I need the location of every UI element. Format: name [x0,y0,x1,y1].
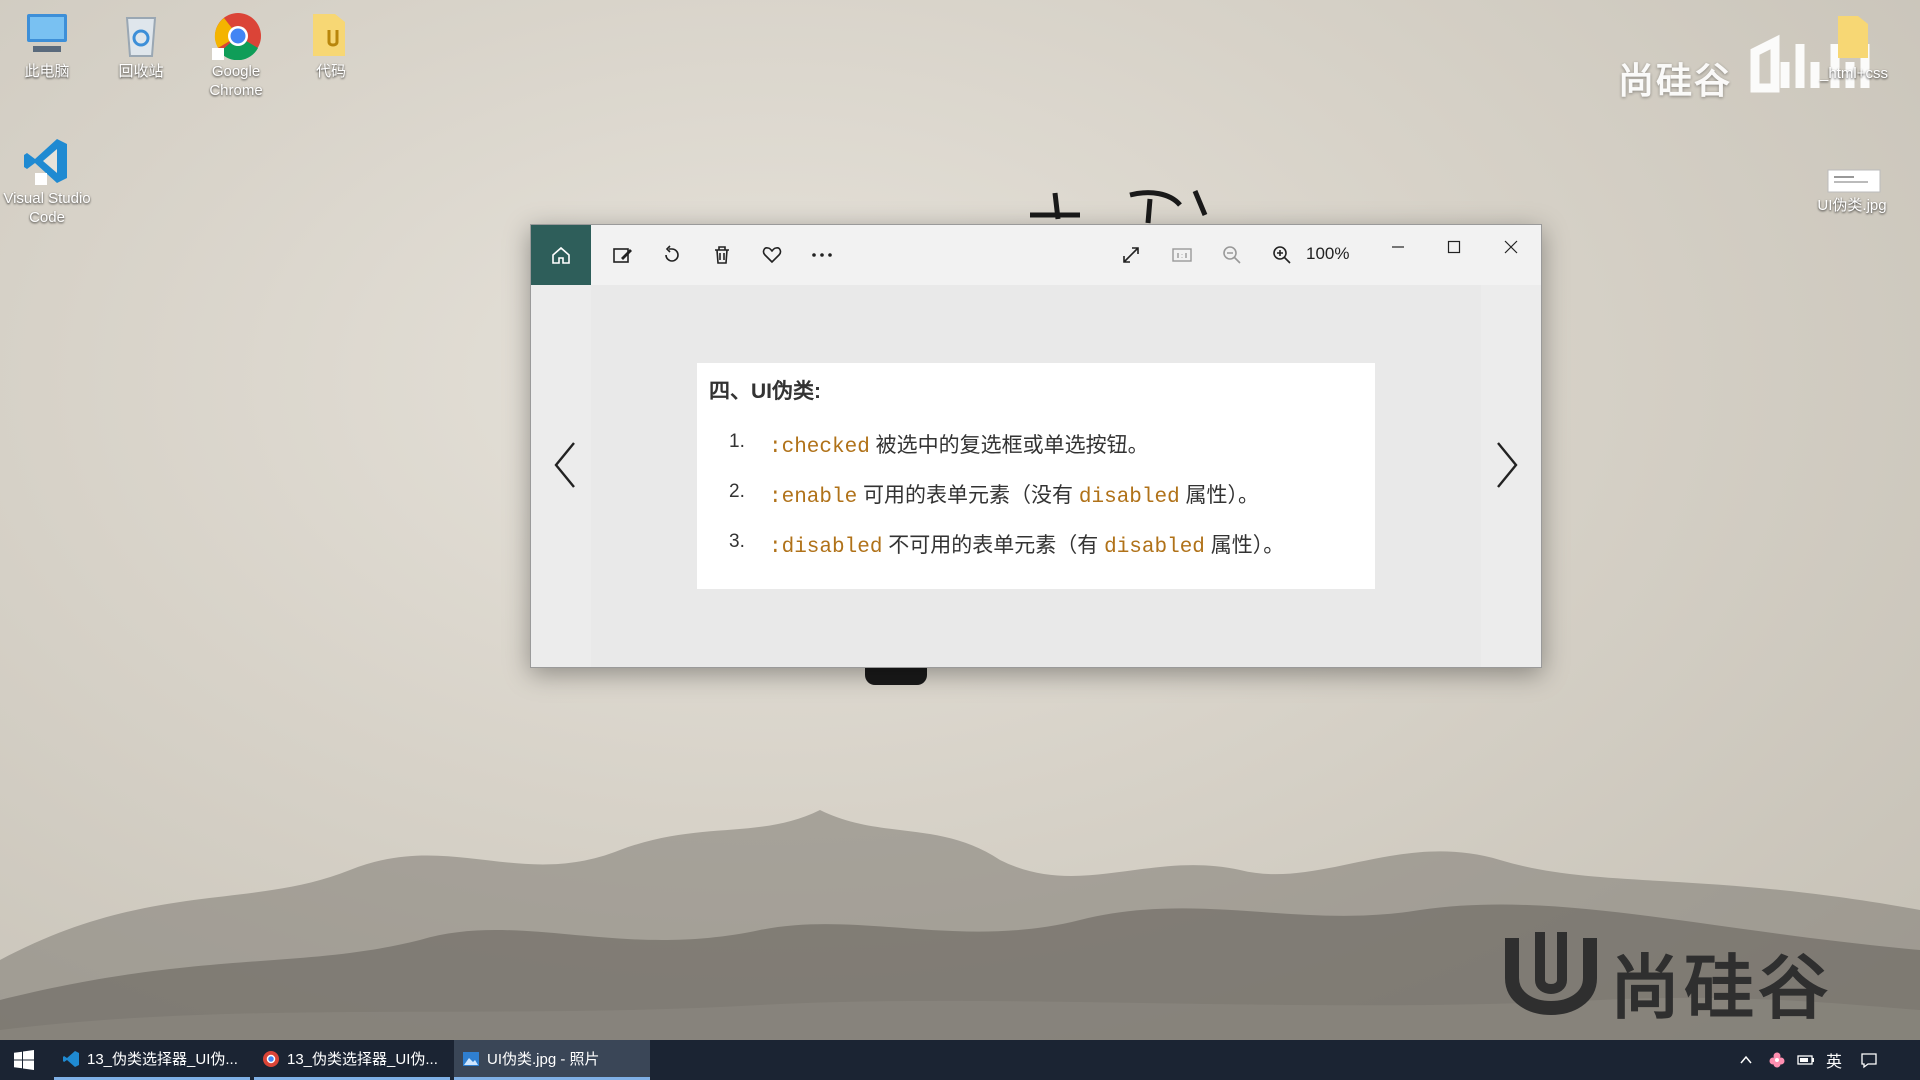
heart-icon [762,247,782,264]
list-item-body: :checked 被选中的复选框或单选按钮。 [769,429,1149,459]
taskbar-item-label: UI伪类.jpg - 照片 [487,1051,600,1068]
calligraphy-stroke [865,665,927,685]
desktop-icon-vscode[interactable]: Visual Studio Code [1,135,93,227]
home-icon [552,246,570,264]
desktop-icon-label: 代码 [315,63,346,80]
input-method-indicator[interactable]: 英 [1826,1048,1842,1072]
maximize-icon [1447,240,1461,254]
desktop-icon-label: 回收站 [118,63,164,80]
computer-icon [27,14,67,52]
rotate-button[interactable] [657,240,687,270]
code-snippet: :checked [769,436,870,459]
chrome-icon [212,13,261,61]
favorite-button[interactable] [757,240,787,270]
image-file-icon [1827,169,1881,193]
taskbar-item-photos[interactable]: UI伪类.jpg - 照片 [454,1040,650,1080]
taskbar-item-vscode[interactable]: 13_伪类选择器_UI伪... [54,1040,250,1080]
trash-icon [715,246,729,264]
edit-create-button[interactable] [607,240,637,270]
desktop-icon-code-folder[interactable]: 代码 [285,8,377,81]
home-button[interactable] [531,225,591,285]
next-image-button[interactable] [1487,435,1527,495]
zoom-out-icon [1223,246,1241,264]
start-button[interactable] [0,1040,48,1080]
windows-logo-icon [14,1050,34,1070]
zoom-level: 100% [1306,244,1350,263]
code-snippet: disabled [1104,536,1205,559]
taskbar: 13_伪类选择器_UI伪... 13_伪类选择器_UI伪... UI伪类.jpg… [0,1040,1920,1080]
chrome-icon [263,1050,279,1067]
list-number: 3. [729,531,745,552]
photos-toolbar: 100% [531,225,1541,285]
photos-window: 100% 四、UI伪类: 1.:checked 被选中的复选框或单选按钮。 2… [530,224,1542,668]
brand-logo-text: 尚硅谷 [1610,949,1832,1027]
code-snippet: :disabled [769,536,883,559]
notification-icon[interactable] [1860,1051,1878,1069]
folder-icon [313,14,345,56]
list-item: 1. :checked 被选中的复选框或单选按钮。 [697,423,1375,463]
zoom-in-icon [1273,246,1291,264]
previous-image-button[interactable] [545,435,585,495]
brand-watermark: 尚硅谷 [1618,60,1733,101]
desktop-icon-chrome[interactable]: Google Chrome [190,8,282,100]
actual-size-button[interactable] [1167,240,1197,270]
edit-image-icon [613,248,632,263]
taskbar-item-chrome[interactable]: 13_伪类选择器_UI伪... [254,1040,450,1080]
chevron-right-icon [1497,442,1518,488]
recycle-bin-icon [125,17,157,57]
folder-icon [1838,16,1868,58]
desktop-icon-html-css-folder[interactable]: _html+css [1808,10,1900,83]
expand-icon [1123,247,1139,263]
list-item: 3. :disabled 不可用的表单元素（有 disabled 属性）。 [697,523,1375,563]
list-number: 2. [729,481,745,502]
delete-button[interactable] [707,240,737,270]
list-text: 属性）。 [1204,534,1285,557]
list-number: 1. [729,431,745,452]
code-snippet: disabled [1078,486,1180,509]
desktop-icon-label: Google Chrome [209,63,263,99]
more-dots-icon [812,253,832,257]
list-item-body: :disabled 不可用的表单元素（有 disabled 属性）。 [769,529,1284,559]
taskbar-item-label: 13_伪类选择器_UI伪... [287,1051,438,1068]
close-icon [1504,240,1518,254]
chevron-up-icon[interactable] [1738,1052,1754,1068]
list-text: 被选中的复选框或单选按钮。 [869,434,1149,457]
zoom-out-button[interactable] [1217,240,1247,270]
code-snippet: :enable [769,486,858,509]
flower-app-icon[interactable] [1768,1051,1786,1069]
photo-title: 四、UI伪类: [709,380,821,403]
desktop-icon-label: UI伪类.jpg [1817,197,1887,214]
fullscreen-button[interactable] [1116,240,1146,270]
chevron-left-icon [554,442,575,488]
photos-icon [463,1051,479,1066]
actual-size-icon [1172,248,1192,262]
taskbar-item-label: 13_伪类选择器_UI伪... [87,1051,238,1068]
desktop-icon-ui-image[interactable]: UI伪类.jpg [1806,168,1898,215]
desktop-icon-label: _html+css [1820,65,1888,82]
list-text: 属性）。 [1179,484,1260,507]
displayed-photo: 四、UI伪类: 1. :checked 被选中的复选框或单选按钮。 2. :en… [697,363,1375,589]
more-options-button[interactable] [807,240,837,270]
minimize-icon [1392,246,1404,248]
desktop-icon-recycle-bin[interactable]: 回收站 [95,8,187,81]
vscode-icon [63,1050,79,1067]
image-viewer: 四、UI伪类: 1. :checked 被选中的复选框或单选按钮。 2. :en… [531,285,1541,667]
rotate-icon [665,245,679,262]
list-text: 可用的表单元素（没有 [857,484,1079,507]
close-button[interactable] [1489,233,1533,261]
zoom-in-button[interactable] [1267,240,1297,270]
desktop-icon-label: 此电脑 [24,63,70,80]
list-item: 2. :enable 可用的表单元素（没有 disabled 属性）。 [697,473,1375,513]
list-text: 不可用的表单元素（有 [882,534,1105,557]
maximize-button[interactable] [1432,233,1476,261]
minimize-button[interactable] [1376,233,1420,261]
desktop-icon-label: Visual Studio Code [3,190,91,226]
calligraphy-decoration [1030,190,1208,224]
system-tray: 英 [1738,1040,1918,1080]
vscode-icon [24,139,67,185]
list-item-body: :enable 可用的表单元素（没有 disabled 属性）。 [769,479,1259,509]
desktop-icon-this-pc[interactable]: 此电脑 [1,8,93,81]
battery-icon[interactable] [1796,1052,1816,1068]
